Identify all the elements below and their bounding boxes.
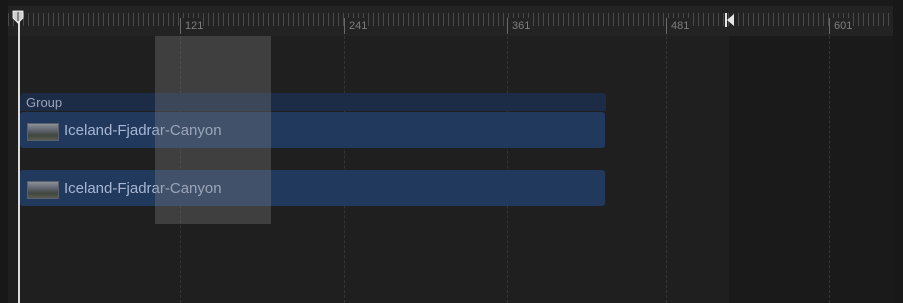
grid-line xyxy=(829,36,830,303)
clip-bar[interactable]: Iceland-Fjadrar-Canyon xyxy=(20,112,605,148)
group-label: Group xyxy=(26,95,63,110)
playhead-icon[interactable] xyxy=(12,10,24,24)
play-range-end-icon[interactable] xyxy=(725,12,735,28)
ruler-label: 361 xyxy=(507,18,531,34)
ruler-label: 241 xyxy=(344,18,368,34)
clip-thumbnail xyxy=(27,123,59,141)
grid-line xyxy=(666,36,667,303)
timeline-panel[interactable]: 121 241 361 481 601 Group Iceland-Fjadra… xyxy=(0,0,903,303)
timeline-ruler[interactable]: 121 241 361 481 601 xyxy=(8,6,893,36)
ruler-label: 121 xyxy=(180,18,204,34)
clip-thumbnail xyxy=(27,181,59,199)
playhead-line[interactable] xyxy=(18,16,20,303)
ruler-label: 601 xyxy=(829,18,853,34)
right-edge xyxy=(893,0,903,303)
left-gutter xyxy=(0,0,8,303)
group-track[interactable]: Group xyxy=(20,93,606,111)
time-selection-overlay[interactable] xyxy=(155,36,271,224)
after-play-range-area xyxy=(729,36,893,303)
clip-bar[interactable]: Iceland-Fjadrar-Canyon xyxy=(20,170,605,206)
ruler-label: 481 xyxy=(666,18,690,34)
